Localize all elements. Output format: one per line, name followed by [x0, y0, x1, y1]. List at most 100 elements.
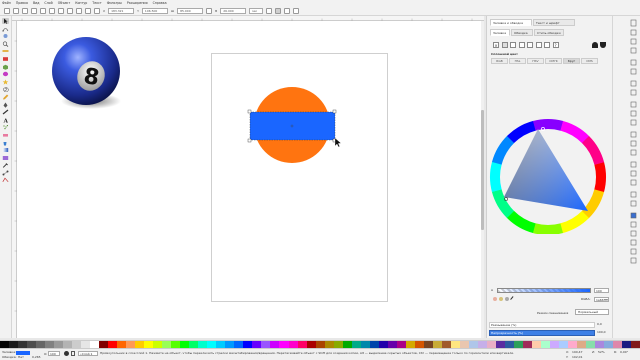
calligraphy-tool-icon[interactable] [2, 109, 9, 115]
linear-gradient-icon[interactable] [510, 42, 516, 48]
node-tool-icon[interactable] [2, 26, 9, 32]
tweak-tool-icon[interactable] [2, 33, 9, 39]
menu-file[interactable]: Файл [2, 1, 11, 5]
lpe-tool-icon[interactable] [2, 177, 9, 183]
status-fill-swatch[interactable] [16, 350, 30, 355]
mode-hsv[interactable]: HSV [527, 58, 544, 64]
rotate-ccw-icon[interactable] [31, 7, 37, 14]
eraser-tool-icon[interactable] [2, 132, 9, 138]
connector-tool-icon[interactable] [2, 170, 9, 176]
scale-corners-icon[interactable] [275, 7, 282, 14]
alpha-slider[interactable] [497, 288, 591, 293]
color-wheel[interactable] [487, 114, 613, 234]
pen-tool-icon[interactable] [2, 102, 9, 108]
status-stroke-width[interactable]: 0,265 [32, 355, 41, 359]
lock-icon[interactable] [71, 351, 75, 356]
opacity-slider[interactable]: Непрозрачность (%) [489, 330, 595, 336]
menu-object[interactable]: Объект [58, 1, 70, 5]
rotate-cw-icon[interactable] [40, 7, 46, 14]
dropper-tool-icon[interactable] [2, 162, 9, 168]
out-of-gamut-icon[interactable] [499, 297, 503, 301]
subtab-stroke-paint[interactable]: Обводка [511, 29, 533, 36]
status-opacity-label: O: [44, 352, 48, 356]
alpha-field[interactable]: 100 [594, 288, 609, 293]
fill-rule-evenodd-icon[interactable] [592, 42, 598, 48]
deselect-icon[interactable] [22, 7, 28, 14]
lower-icon[interactable] [85, 7, 91, 14]
flat-color-icon[interactable] [501, 42, 508, 48]
lower-to-bottom-icon[interactable] [94, 7, 100, 14]
tab-fill-and-stroke[interactable]: Заливка и обводка [490, 19, 532, 26]
tab-text-and-font[interactable]: Текст и шрифт [533, 19, 575, 26]
eye-icon[interactable] [64, 351, 69, 356]
pencil-tool-icon[interactable] [2, 94, 9, 100]
blend-mode-select[interactable]: Нормальный [575, 309, 609, 315]
select-all-icon[interactable] [4, 7, 10, 14]
blur-slider[interactable]: Размывание (%) [489, 322, 595, 328]
status-opacity-field[interactable]: 100 [48, 351, 60, 356]
lock-proportions-icon[interactable] [206, 7, 213, 14]
pattern-icon[interactable] [535, 42, 542, 48]
status-zoom-value[interactable]: 52% [598, 350, 605, 354]
flip-horizontal-icon[interactable] [49, 7, 55, 14]
rect-tool-icon[interactable] [2, 56, 9, 62]
menu-filters[interactable]: Фильтры [107, 1, 122, 5]
layer-select[interactable]: •Слой 1 [78, 351, 98, 356]
text-tool-icon[interactable]: A [2, 117, 9, 124]
raise-icon[interactable] [76, 7, 82, 14]
vertical-scrollbar-thumb[interactable] [481, 110, 484, 230]
mode-hsl[interactable]: HSL [509, 58, 526, 64]
radial-gradient-icon[interactable] [518, 42, 525, 48]
mesh-gradient-icon[interactable] [527, 42, 533, 48]
unset-paint-icon[interactable]: ? [552, 42, 559, 48]
star-tool-icon[interactable] [2, 79, 9, 85]
x-field[interactable]: 183.321 [108, 7, 135, 14]
spray-tool-icon[interactable] [2, 124, 9, 130]
3dbox-tool-icon[interactable] [2, 64, 9, 70]
drawing-canvas[interactable]: 8 [17, 21, 484, 338]
move-patterns-icon[interactable] [293, 7, 300, 14]
y-field[interactable]: 106.500 [141, 7, 168, 14]
spiral-tool-icon[interactable] [2, 86, 9, 93]
selector-tool-icon[interactable] [2, 18, 9, 24]
select-all-layers-icon[interactable] [13, 7, 19, 14]
blend-mode-label: Режим смешивания [537, 311, 569, 315]
menu-path[interactable]: Контур [75, 1, 87, 5]
rgba-field[interactable]: 1a66ffff [594, 297, 609, 302]
ellipse-tool-icon[interactable] [2, 71, 9, 77]
menu-edit[interactable]: Правка [16, 1, 28, 5]
opacity-field[interactable]: 100,0 [597, 330, 609, 336]
too-much-ink-icon[interactable] [505, 297, 509, 301]
menu-view[interactable]: Вид [33, 1, 39, 5]
mode-cms[interactable]: CMS [581, 58, 598, 64]
blur-field[interactable]: 0,0 [597, 322, 609, 328]
mesh-tool-icon[interactable] [2, 155, 9, 161]
measure-tool-icon[interactable] [2, 48, 9, 54]
subtab-fill[interactable]: Заливка [490, 29, 510, 36]
menu-text[interactable]: Текст [92, 1, 101, 5]
status-stroke-value[interactable]: Нет [18, 355, 24, 359]
width-field[interactable]: 85.000 [177, 7, 204, 14]
raise-to-top-icon[interactable] [67, 7, 73, 14]
fill-rule-nonzero-icon[interactable] [600, 42, 606, 48]
scale-stroke-icon[interactable] [266, 7, 273, 14]
move-gradients-icon[interactable] [284, 7, 291, 14]
mode-cmyk[interactable]: CMYK [545, 58, 562, 64]
unit-select[interactable]: мм [249, 7, 264, 14]
no-paint-icon[interactable]: × [493, 42, 499, 48]
mode-rgb[interactable]: RGB [491, 58, 508, 64]
zoom-tool-icon[interactable] [2, 41, 9, 47]
cms-icon[interactable] [493, 297, 497, 301]
subtab-stroke-style[interactable]: Стиль обводки [534, 29, 564, 36]
menu-extensions[interactable]: Расширения [127, 1, 148, 5]
gradient-tool-icon[interactable] [2, 147, 9, 153]
bucket-tool-icon[interactable] [2, 140, 9, 146]
menu-help[interactable]: Справка [153, 1, 167, 5]
menu-layer[interactable]: Слой [44, 1, 52, 5]
mode-wheel[interactable]: Круг [563, 58, 580, 64]
swatch-icon[interactable] [544, 42, 550, 48]
color-picker-icon[interactable] [510, 296, 516, 302]
flip-vertical-icon[interactable] [58, 7, 64, 14]
status-rotate-value[interactable]: 0,00° [620, 350, 628, 354]
height-field[interactable]: 26.000 [220, 7, 247, 14]
